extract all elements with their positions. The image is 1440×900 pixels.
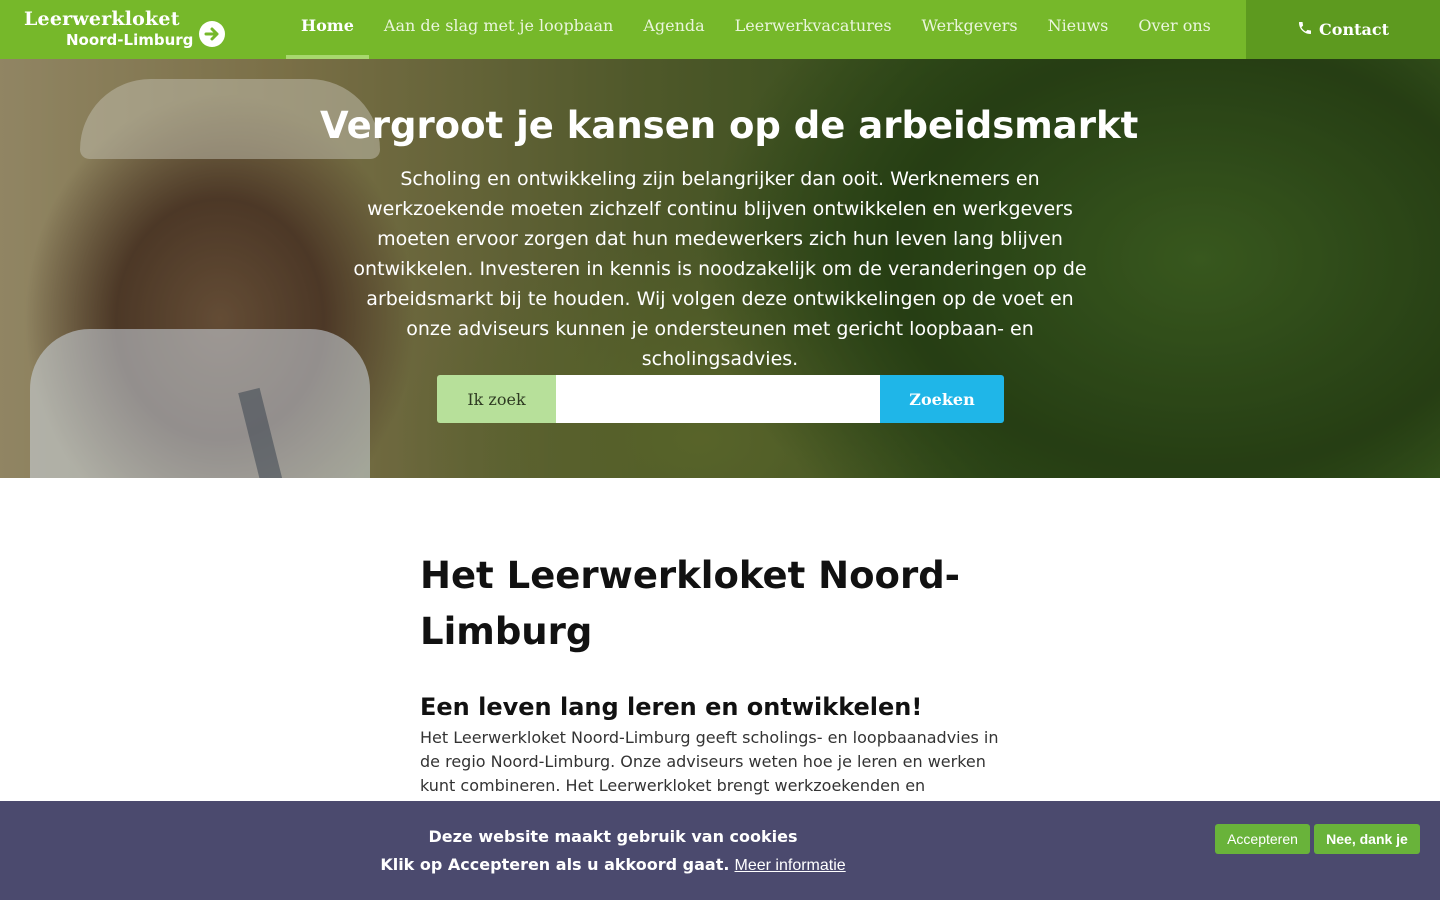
nav-item-agenda[interactable]: Agenda (628, 0, 719, 59)
contact-button[interactable]: Contact (1246, 0, 1440, 59)
phone-icon (1297, 20, 1313, 40)
search-input[interactable] (556, 375, 880, 423)
search-label: Ik zoek (437, 375, 556, 423)
logo-title: Leerwerkloket (24, 8, 180, 30)
more-info-link[interactable]: Meer informatie (735, 857, 846, 874)
section-subtitle: Een leven lang leren en ontwikkelen! (420, 693, 923, 721)
accept-cookies-button[interactable]: Accepteren (1215, 824, 1310, 854)
contact-label: Contact (1319, 20, 1389, 39)
page-title: Het Leerwerkloket Noord-Limburg (420, 554, 961, 653)
nav-item-nieuws[interactable]: Nieuws (1033, 0, 1124, 59)
cookie-banner: Deze website maakt gebruik van cookies K… (0, 801, 1440, 900)
main-nav: Home Aan de slag met je loopbaan Agenda … (286, 0, 1226, 59)
hero-title: Vergroot je kansen op de arbeidsmarkt (320, 104, 1139, 147)
cookie-message: Deze website maakt gebruik van cookies (428, 827, 798, 846)
hero-text: Scholing en ontwikkeling zijn belangrijk… (353, 168, 1087, 370)
nav-item-home[interactable]: Home (286, 0, 369, 59)
search-form: Ik zoek Zoeken (437, 375, 1004, 423)
search-button[interactable]: Zoeken (880, 375, 1004, 423)
hero-banner: Vergroot je kansen op de arbeidsmarkt Sc… (0, 59, 1440, 478)
site-header: Leerwerkloket Noord-Limburg Home Aan de … (0, 0, 1440, 59)
nav-item-over-ons[interactable]: Over ons (1123, 0, 1226, 59)
decline-cookies-button[interactable]: Nee, dank je (1314, 824, 1420, 854)
arrow-right-circle-icon (199, 21, 225, 47)
cookie-instruction-row: Klik op Accepteren als u akkoord gaat. M… (0, 853, 1226, 878)
site-logo[interactable]: Leerwerkloket Noord-Limburg (24, 8, 234, 52)
nav-item-loopbaan[interactable]: Aan de slag met je loopbaan (369, 0, 628, 59)
nav-item-leerwerkvacatures[interactable]: Leerwerkvacatures (720, 0, 907, 59)
cookie-instruction: Klik op Accepteren als u akkoord gaat. (380, 855, 730, 874)
hero-photo-shirt (30, 329, 370, 478)
logo-subtitle: Noord-Limburg (66, 31, 194, 49)
nav-item-werkgevers[interactable]: Werkgevers (907, 0, 1033, 59)
